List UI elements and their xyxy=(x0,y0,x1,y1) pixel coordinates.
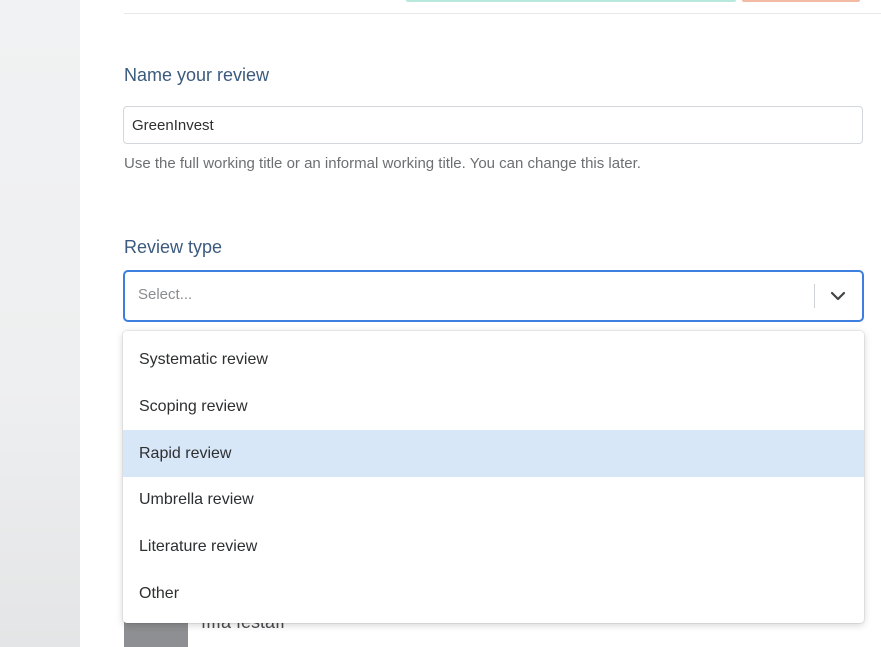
option-other[interactable]: Other xyxy=(123,570,864,617)
select-separator xyxy=(814,284,815,308)
name-review-label: Name your review xyxy=(124,65,270,85)
option-rapid-review[interactable]: Rapid review xyxy=(123,430,864,478)
accent-bar-red xyxy=(742,0,860,2)
option-scoping-review[interactable]: Scoping review xyxy=(123,384,864,431)
left-panel xyxy=(0,0,80,647)
review-type-label: Review type xyxy=(124,237,223,257)
review-name-input[interactable]: GreenInvest xyxy=(123,106,863,144)
review-type-dropdown: Systematic review Scoping review Rapid r… xyxy=(123,331,864,623)
chevron-down-icon[interactable] xyxy=(829,287,847,305)
accent-bar-green xyxy=(406,0,736,2)
option-literature-review[interactable]: Literature review xyxy=(123,524,864,571)
review-name-help: Use the full working title or an informa… xyxy=(124,155,641,172)
review-name-value: GreenInvest xyxy=(132,116,214,134)
review-type-select[interactable]: Select... xyxy=(123,270,864,322)
option-systematic-review[interactable]: Systematic review xyxy=(123,337,864,384)
top-strip xyxy=(124,0,881,14)
review-type-placeholder: Select... xyxy=(138,286,193,303)
option-umbrella-review[interactable]: Umbrella review xyxy=(123,477,864,524)
